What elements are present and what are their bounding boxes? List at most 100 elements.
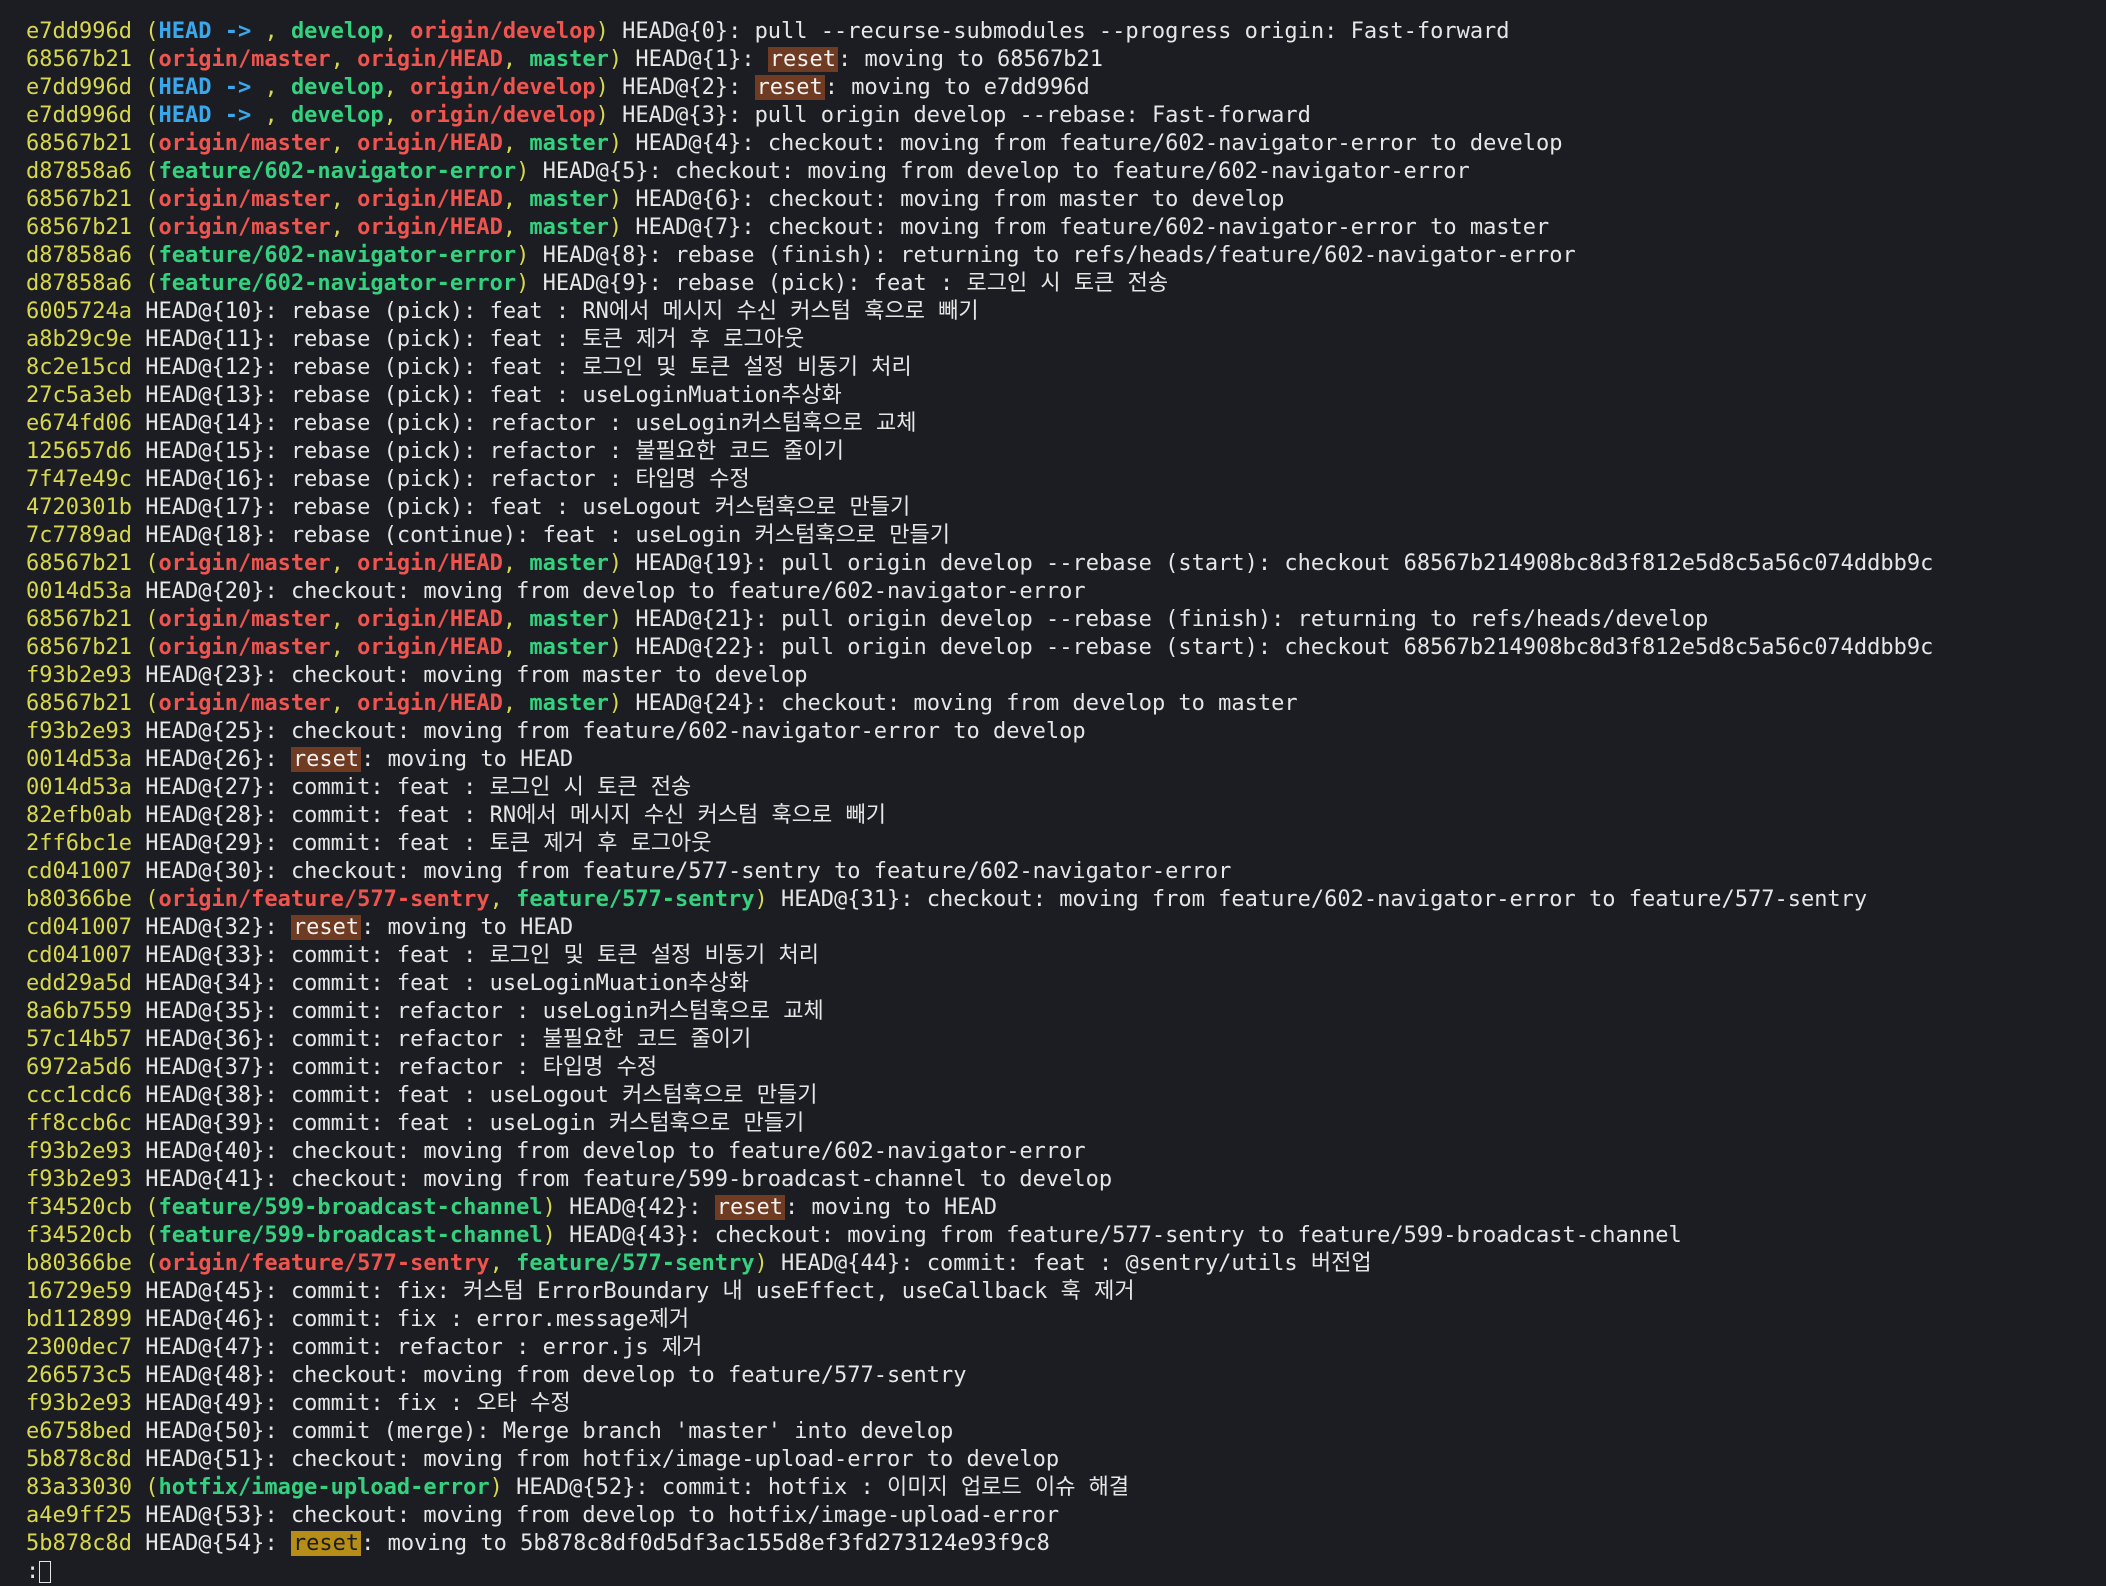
action-colon: :	[1271, 607, 1298, 632]
reflog-action: checkout	[767, 131, 874, 156]
reflog-line: 6005724a HEAD@{10}: rebase (pick): feat …	[26, 298, 2096, 326]
reflog-message: moving from hotfix/image-upload-error to…	[423, 1447, 1060, 1472]
reflog-message: refactor : 불필요한 코드 줄이기	[396, 1027, 752, 1052]
terminal-window[interactable]: e7dd996d (HEAD -> , develop, origin/deve…	[0, 0, 2106, 1584]
local-branch-ref: master	[529, 551, 609, 576]
selector-colon: :	[264, 1279, 291, 1304]
ref-separator: ,	[502, 131, 530, 156]
reflog-line: 0014d53a HEAD@{26}: reset: moving to HEA…	[26, 746, 2096, 774]
reflog-line: e7dd996d (HEAD -> , develop, origin/deve…	[26, 18, 2096, 46]
commit-hash: 6972a5d6	[26, 1055, 132, 1080]
commit-hash: e674fd06	[26, 411, 132, 436]
ref-open-paren: (	[145, 215, 159, 240]
action-colon: :	[1006, 1251, 1033, 1276]
pager-prompt-line[interactable]: :	[26, 1558, 2096, 1586]
ref-close-paren: )	[608, 187, 623, 212]
reflog-line: 27c5a3eb HEAD@{13}: rebase (pick): feat …	[26, 382, 2096, 410]
action-colon: :	[1032, 887, 1060, 912]
commit-hash: f93b2e93	[26, 663, 132, 688]
reflog-selector: HEAD@{37}	[145, 1055, 265, 1080]
reflog-message: refactor : 타입명 수정	[396, 1055, 658, 1080]
reflog-message: refactor : 불필요한 코드 줄이기	[489, 439, 844, 464]
selector-colon: :	[264, 1083, 291, 1108]
selector-colon: :	[264, 747, 291, 772]
action-colon: :	[370, 831, 397, 856]
selector-colon: :	[264, 495, 291, 520]
reflog-line: 7c7789ad HEAD@{18}: rebase (continue): f…	[26, 522, 2096, 550]
reflog-action: commit	[290, 803, 371, 828]
action-colon: :	[396, 1167, 424, 1192]
head-arrow: ->	[211, 75, 265, 100]
commit-hash: a4e9ff25	[26, 1503, 132, 1528]
reflog-action: commit	[290, 1307, 371, 1332]
local-branch-ref: develop	[290, 75, 384, 100]
reflog-selector: HEAD@{41}	[145, 1167, 265, 1192]
ref-close-paren: )	[542, 1223, 556, 1248]
reflog-line: edd29a5d HEAD@{34}: commit: feat : useLo…	[26, 970, 2096, 998]
action-colon: :	[463, 299, 490, 324]
reflog-selector: HEAD@{17}	[145, 495, 265, 520]
selector-colon: :	[264, 327, 291, 352]
reflog-action: commit (merge)	[290, 1419, 477, 1444]
remote-branch-ref: origin/HEAD	[357, 187, 503, 212]
commit-hash: 7f47e49c	[26, 467, 132, 492]
commit-hash: e7dd996d	[26, 19, 132, 44]
action-colon: :	[1324, 19, 1351, 44]
reflog-message: refactor : useLogin커스텀훅으로 교체	[489, 411, 917, 436]
reflog-line: 8a6b7559 HEAD@{35}: commit: refactor : u…	[26, 998, 2096, 1026]
reflog-line: 68567b21 (origin/master, origin/HEAD, ma…	[26, 550, 2096, 578]
ref-open-paren: (	[145, 607, 159, 632]
reflog-line: 5b878c8d HEAD@{51}: checkout: moving fro…	[26, 1446, 2096, 1474]
action-colon: :	[463, 439, 490, 464]
reflog-selector: HEAD@{16}	[145, 467, 265, 492]
reflog-action: checkout	[781, 691, 888, 716]
reflog-selector: HEAD@{53}	[145, 1503, 265, 1528]
reflog-message: moving to HEAD	[387, 915, 574, 940]
reflog-action: commit	[290, 971, 371, 996]
reflog-line: d87858a6 (feature/602-navigator-error) H…	[26, 242, 2096, 270]
selector-colon: :	[741, 47, 768, 72]
ref-open-paren: (	[145, 635, 159, 660]
selector-colon: :	[728, 75, 755, 100]
selector-colon: :	[264, 1447, 291, 1472]
reflog-line: cd041007 HEAD@{33}: commit: feat : 로그인 및…	[26, 942, 2096, 970]
reflog-message: moving from feature/599-broadcast-channe…	[423, 1167, 1113, 1192]
reflog-message: checkout 68567b214908bc8d3f812e5d8c5a56c…	[1284, 551, 1934, 576]
reflog-selector: HEAD@{7}	[635, 215, 742, 240]
reflog-message: moving from develop to feature/577-sentr…	[423, 1363, 967, 1388]
selector-colon: :	[264, 775, 291, 800]
action-colon: :	[838, 47, 865, 72]
reflog-message: refactor : error.js 제거	[396, 1335, 703, 1360]
action-colon: :	[370, 971, 397, 996]
reflog-line: 68567b21 (origin/master, origin/HEAD, ma…	[26, 186, 2096, 214]
reflog-action: checkout	[714, 1223, 821, 1248]
reflog-line: f34520cb (feature/599-broadcast-channel)…	[26, 1194, 2096, 1222]
reflog-line: 7f47e49c HEAD@{16}: rebase (pick): refac…	[26, 466, 2096, 494]
reflog-selector: HEAD@{19}	[635, 551, 755, 576]
commit-hash: 2300dec7	[26, 1335, 132, 1360]
ref-open-paren: (	[145, 19, 159, 44]
ref-separator: ,	[502, 691, 530, 716]
reset-action-highlight: reset	[290, 1531, 362, 1556]
reflog-action: checkout	[290, 1363, 397, 1388]
selector-colon: :	[264, 1307, 291, 1332]
commit-hash: ff8ccb6c	[26, 1111, 132, 1136]
selector-colon: :	[264, 971, 291, 996]
local-branch-ref: feature/577-sentry	[516, 1251, 755, 1276]
text-cursor	[39, 1561, 52, 1583]
local-branch-ref: master	[529, 187, 609, 212]
local-branch-ref: master	[529, 215, 609, 240]
reflog-line: bd112899 HEAD@{46}: commit: fix : error.…	[26, 1306, 2096, 1334]
reflog-message: feat : 토큰 제거 후 로그아웃	[489, 327, 805, 352]
reflog-line: cd041007 HEAD@{32}: reset: moving to HEA…	[26, 914, 2096, 942]
commit-hash: 0014d53a	[26, 747, 132, 772]
reflog-line: a4e9ff25 HEAD@{53}: checkout: moving fro…	[26, 1502, 2096, 1530]
reflog-action: pull origin develop --rebase (start)	[781, 551, 1258, 576]
ref-separator: ,	[330, 131, 358, 156]
ref-open-paren: (	[145, 187, 159, 212]
head-arrow: ->	[211, 103, 265, 128]
ref-close-paren: )	[608, 691, 623, 716]
commit-hash: 68567b21	[26, 187, 132, 212]
reflog-line: cd041007 HEAD@{30}: checkout: moving fro…	[26, 858, 2096, 886]
selector-colon: :	[264, 355, 291, 380]
